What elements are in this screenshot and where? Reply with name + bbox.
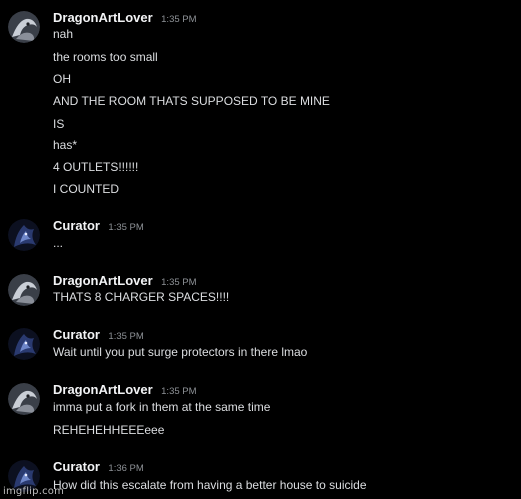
- curator-avatar-icon[interactable]: [8, 328, 40, 360]
- message-text: REHEHEHHEEEeee: [53, 423, 165, 437]
- message-header: Curator 1:35 PM: [53, 217, 144, 235]
- timestamp: 1:35 PM: [161, 14, 197, 25]
- author-name[interactable]: Curator: [53, 218, 100, 233]
- curator-avatar-icon[interactable]: [8, 219, 40, 251]
- message-header: DragonArtLover 1:35 PM: [53, 381, 197, 399]
- message-text: How did this escalate from having a bett…: [53, 478, 367, 492]
- timestamp: 1:36 PM: [108, 463, 144, 474]
- dragon-avatar-icon[interactable]: [8, 383, 40, 415]
- imgflip-watermark: imgflip.com: [3, 486, 65, 497]
- author-name[interactable]: DragonArtLover: [53, 382, 153, 397]
- message-header: Curator 1:35 PM: [53, 326, 144, 344]
- message-header: DragonArtLover 1:35 PM: [53, 9, 197, 27]
- message-text: THATS 8 CHARGER SPACES!!!!: [53, 290, 230, 304]
- timestamp: 1:35 PM: [108, 222, 144, 233]
- message-text: Wait until you put surge protectors in t…: [53, 345, 308, 359]
- message-header: DragonArtLover 1:35 PM: [53, 272, 197, 290]
- timestamp: 1:35 PM: [161, 277, 197, 288]
- message-text: IS: [53, 117, 65, 131]
- message-text: nah: [53, 27, 74, 41]
- dragon-avatar-icon[interactable]: [8, 274, 40, 306]
- message-text: has*: [53, 138, 78, 152]
- message-text: the rooms too small: [53, 50, 158, 64]
- message-text: imma put a fork in them at the same time: [53, 400, 271, 414]
- author-name[interactable]: DragonArtLover: [53, 273, 153, 288]
- message-text: AND THE ROOM THATS SUPPOSED TO BE MINE: [53, 94, 330, 108]
- dragon-avatar-icon[interactable]: [8, 11, 40, 43]
- message-text: I COUNTED: [53, 182, 119, 196]
- message-text: OH: [53, 72, 71, 86]
- timestamp: 1:35 PM: [108, 331, 144, 342]
- message-text: 4 OUTLETS!!!!!!: [53, 160, 139, 174]
- message-header: Curator 1:36 PM: [53, 458, 144, 476]
- author-name[interactable]: Curator: [53, 327, 100, 342]
- message-text: ...: [53, 236, 64, 250]
- author-name[interactable]: Curator: [53, 459, 100, 474]
- timestamp: 1:35 PM: [161, 386, 197, 397]
- chat-log: DragonArtLover 1:35 PM nah the rooms too…: [0, 0, 521, 499]
- author-name[interactable]: DragonArtLover: [53, 10, 153, 25]
